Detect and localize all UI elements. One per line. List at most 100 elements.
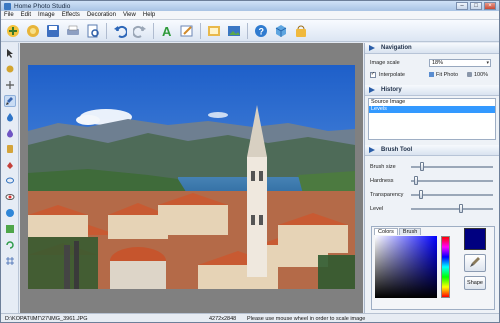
brush-icon[interactable]	[3, 95, 16, 107]
history-item-source[interactable]: Source Image	[369, 99, 495, 106]
redo-icon[interactable]	[132, 23, 148, 39]
brush-size-slider[interactable]: Brush size	[365, 160, 499, 174]
hardness-label: Hardness	[370, 178, 394, 184]
transparency-slider[interactable]: Transparency	[365, 188, 499, 202]
image-scale-select[interactable]: 18% ▾	[429, 58, 491, 67]
shape-button[interactable]: Shape	[464, 276, 486, 290]
slider-track	[411, 208, 493, 210]
tab-brush[interactable]: Brush	[398, 228, 422, 235]
clone-icon[interactable]	[4, 143, 16, 155]
menu-edit[interactable]: Edit	[21, 12, 31, 18]
print-preview-icon[interactable]	[85, 23, 101, 39]
history-item-levels[interactable]: Levels	[369, 106, 495, 113]
image-icon[interactable]	[226, 23, 242, 39]
color-field[interactable]	[375, 236, 437, 298]
status-bar: D:\KOPAT\IMГ\27\IMG_3961.JPG 4272x2848 P…	[1, 313, 499, 322]
current-color-swatch[interactable]	[464, 228, 486, 250]
menu-image[interactable]: Image	[38, 12, 55, 18]
tab-colors[interactable]: Colors	[374, 228, 398, 235]
toolbar-separator	[200, 22, 201, 39]
brush-header[interactable]: Brush Tool	[365, 145, 499, 156]
text-icon[interactable]: A	[159, 23, 175, 39]
history-icon	[369, 87, 375, 93]
hardness-slider[interactable]: Hardness	[365, 174, 499, 188]
rotate-icon[interactable]	[4, 239, 16, 251]
eraser-icon[interactable]	[4, 127, 16, 139]
print-icon[interactable]	[65, 23, 81, 39]
box-icon[interactable]	[273, 23, 289, 39]
help-icon[interactable]: ?	[253, 23, 269, 39]
toolbar-separator	[106, 22, 107, 39]
slider-thumb[interactable]	[459, 204, 464, 213]
toolbar-separator	[247, 22, 248, 39]
red-eye-icon[interactable]	[4, 191, 16, 203]
history-list: Source Image Levels	[368, 98, 496, 140]
level-slider[interactable]: Level	[365, 202, 499, 216]
level-label: Level	[370, 206, 384, 212]
image-scale-value: 18%	[432, 59, 444, 66]
slider-thumb[interactable]	[420, 162, 425, 171]
app-window: Home Photo Studio – □ × File Edit Image …	[0, 0, 500, 323]
transform-icon[interactable]	[4, 223, 16, 235]
chevron-down-icon: ▾	[486, 59, 489, 66]
close-button[interactable]: ×	[484, 2, 496, 10]
navigation-header[interactable]: Navigation	[365, 43, 499, 54]
interpolate-checkbox[interactable]: ✓	[370, 71, 376, 78]
slider-track	[411, 180, 493, 182]
palette-icon[interactable]	[4, 207, 16, 219]
transparency-label: Transparency	[370, 192, 404, 198]
window-title: Home Photo Studio	[14, 2, 71, 10]
eyedropper-icon	[469, 256, 481, 270]
maximize-button[interactable]: □	[470, 2, 482, 10]
full-size-label: 100%	[474, 71, 489, 78]
slider-thumb[interactable]	[418, 190, 423, 199]
slider-track	[411, 194, 493, 196]
frame-icon[interactable]	[206, 23, 222, 39]
brush-section-icon	[369, 147, 375, 153]
grid-icon[interactable]	[4, 255, 16, 267]
open-icon[interactable]	[25, 23, 41, 39]
slider-thumb[interactable]	[414, 176, 419, 185]
history-header[interactable]: History	[365, 85, 499, 96]
new-wizard-icon[interactable]	[5, 23, 21, 39]
full-size-button[interactable]: 100%	[467, 72, 488, 78]
shop-icon[interactable]	[293, 23, 309, 39]
menu-effects[interactable]: Effects	[62, 12, 80, 18]
minimize-button[interactable]: –	[456, 2, 468, 10]
lasso-icon[interactable]	[4, 175, 16, 187]
image-canvas[interactable]	[20, 43, 363, 313]
fit-photo-icon	[429, 72, 434, 77]
menu-decoration[interactable]: Decoration	[87, 12, 116, 18]
status-hint: Please use mouse wheel in order to scale…	[247, 315, 366, 322]
navigation-icon	[369, 45, 375, 51]
color-picker-button[interactable]	[464, 254, 486, 272]
move-icon[interactable]	[4, 79, 16, 91]
title-bar: Home Photo Studio – □ ×	[1, 1, 499, 11]
hue-bar[interactable]	[441, 236, 450, 298]
pointer-icon[interactable]	[4, 47, 16, 59]
menu-help[interactable]: Help	[143, 12, 155, 18]
fit-photo-button[interactable]: Fit Photo	[429, 72, 458, 78]
navigation-title: Navigation	[381, 45, 412, 51]
zoom-icon	[467, 72, 472, 77]
brush-title: Brush Tool	[381, 147, 413, 153]
edit-icon[interactable]	[179, 23, 195, 39]
menu-view[interactable]: View	[123, 12, 136, 18]
right-panel: Navigation Image scale 18% ▾ ✓ Interpola…	[364, 43, 499, 313]
menu-bar: File Edit Image Effects Decoration View …	[1, 11, 499, 20]
crop-icon[interactable]	[4, 63, 16, 75]
menu-file[interactable]: File	[4, 12, 14, 18]
main-toolbar: A ?	[1, 20, 499, 42]
brush-sliders: Brush size Hardness Transparency Level	[365, 156, 499, 216]
file-path: D:\KOPAT\IMГ\27\IMG_3961.JPG	[5, 315, 88, 322]
svg-text:A: A	[162, 24, 172, 38]
undo-icon[interactable]	[112, 23, 128, 39]
fill-icon[interactable]	[4, 159, 16, 171]
drop-icon[interactable]	[4, 111, 16, 123]
color-picker-panel: Colors Brush Shape	[371, 226, 495, 310]
image-dimensions: 4272x2848	[209, 315, 237, 322]
save-icon[interactable]	[45, 23, 61, 39]
photo-image	[28, 65, 355, 289]
svg-text:?: ?	[259, 26, 265, 36]
history-title: History	[381, 87, 402, 93]
